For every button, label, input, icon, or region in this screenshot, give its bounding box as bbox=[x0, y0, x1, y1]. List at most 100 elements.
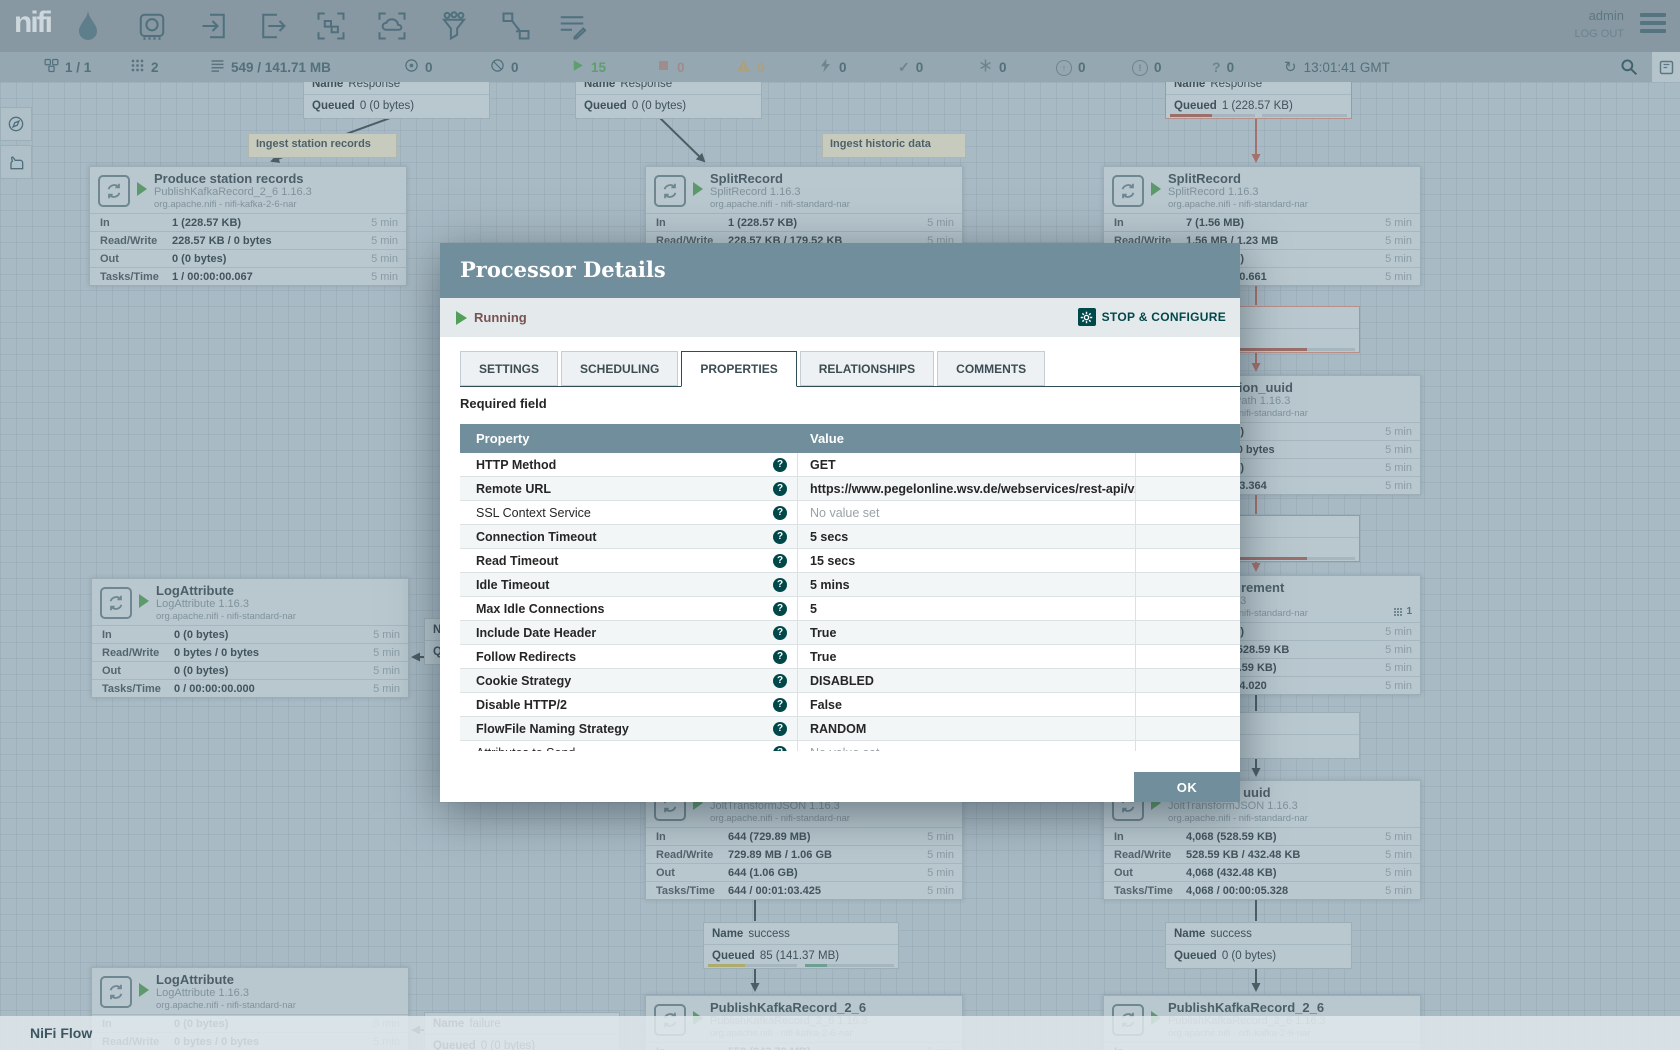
unknown-icon: ? bbox=[1212, 59, 1221, 75]
queue-track bbox=[708, 964, 797, 967]
help-icon[interactable]: ? bbox=[773, 506, 787, 520]
connection-queued-row: Queued85 (141.37 MB) bbox=[704, 944, 898, 966]
tab-settings[interactable]: SETTINGS bbox=[460, 351, 558, 386]
stat-window: 5 min bbox=[356, 629, 408, 641]
stat-value: 4,068 / 00:00:05.328 bbox=[1186, 885, 1368, 897]
help-icon[interactable]: ? bbox=[773, 626, 787, 640]
cluster-badge-count: 1 bbox=[1406, 606, 1412, 617]
dialog-status-bar: Running STOP & CONFIGURE bbox=[440, 298, 1240, 337]
remote-process-group-icon[interactable] bbox=[377, 11, 407, 41]
stat-row-out: Out0 (0 bytes)5 min bbox=[92, 661, 408, 679]
logout-link[interactable]: LOG OUT bbox=[1574, 28, 1624, 40]
processor-details-dialog: Processor Details Running STOP & CONFIGU… bbox=[440, 243, 1240, 802]
help-icon[interactable]: ? bbox=[773, 482, 787, 496]
processor-bundle: org.apache.nifi - nifi-standard-nar bbox=[1168, 199, 1308, 210]
stat-window: 5 min bbox=[1368, 680, 1420, 692]
template-icon[interactable] bbox=[501, 11, 531, 41]
compass-icon[interactable] bbox=[0, 107, 32, 141]
search-button[interactable] bbox=[1620, 52, 1638, 82]
flow-label[interactable]: Ingest historic data bbox=[822, 133, 966, 158]
tab-comments[interactable]: COMMENTS bbox=[937, 351, 1045, 386]
locally-modified-stat: 0 bbox=[978, 52, 1007, 82]
property-row: Read Timeout?15 secs bbox=[460, 549, 1240, 573]
dialog-tabs: SETTINGSSCHEDULINGPROPERTIESRELATIONSHIP… bbox=[460, 351, 1240, 387]
flow-label[interactable]: Ingest station records bbox=[248, 133, 397, 158]
help-icon[interactable]: ? bbox=[773, 746, 787, 752]
help-icon[interactable]: ? bbox=[773, 698, 787, 712]
queue-fill bbox=[1236, 557, 1307, 560]
tab-scheduling[interactable]: SCHEDULING bbox=[561, 351, 678, 386]
property-value-cell: True bbox=[798, 621, 1136, 644]
stop-and-configure-button[interactable]: STOP & CONFIGURE bbox=[1078, 308, 1226, 326]
stale-icon: ↑ bbox=[1056, 59, 1072, 76]
processor-bundle: org.apache.nifi - nifi-standard-nar bbox=[710, 199, 850, 210]
stat-label: Tasks/Time bbox=[90, 271, 172, 283]
stat-value: 1 (228.57 KB) bbox=[172, 217, 354, 229]
property-name: Max Idle Connections bbox=[476, 602, 773, 616]
help-icon[interactable]: ? bbox=[773, 554, 787, 568]
breadcrumb[interactable]: NiFi Flow bbox=[30, 1025, 92, 1041]
process-group-icon[interactable] bbox=[316, 11, 346, 41]
stat-window: 5 min bbox=[354, 235, 406, 247]
queue-indicator-bars bbox=[708, 964, 894, 967]
help-icon[interactable]: ? bbox=[773, 602, 787, 616]
stat-label: In bbox=[92, 629, 174, 641]
stat-value: 644 (1.06 GB) bbox=[728, 867, 910, 879]
queued-value: 85 (141.37 MB) bbox=[760, 950, 839, 962]
last-refresh-time[interactable]: ↻ 13:01:41 GMT bbox=[1284, 52, 1390, 82]
processor-logattribute[interactable]: LogAttributeLogAttribute 1.16.3org.apach… bbox=[91, 578, 409, 698]
help-icon[interactable]: ? bbox=[773, 674, 787, 688]
tab-properties[interactable]: PROPERTIES bbox=[681, 351, 796, 387]
property-value-cell: GET bbox=[798, 453, 1136, 476]
refresh-icon[interactable]: ↻ bbox=[1284, 58, 1297, 76]
stat-value: 0 (0 bytes) bbox=[174, 665, 356, 677]
help-icon[interactable]: ? bbox=[773, 722, 787, 736]
help-icon[interactable]: ? bbox=[773, 650, 787, 664]
global-menu-icon[interactable] bbox=[1640, 13, 1666, 37]
stat-value: 1 / 00:00:00.067 bbox=[172, 271, 354, 283]
property-name: Include Date Header bbox=[476, 626, 773, 640]
processor-icon[interactable] bbox=[137, 11, 167, 41]
processor-produce-station-records[interactable]: Produce station recordsPublishKafkaRecor… bbox=[89, 166, 407, 286]
help-icon[interactable]: ? bbox=[773, 458, 787, 472]
processor-header: Produce station recordsPublishKafkaRecor… bbox=[90, 167, 406, 213]
ok-button[interactable]: OK bbox=[1134, 772, 1240, 802]
stat-window: 5 min bbox=[354, 253, 406, 265]
hand-icon[interactable] bbox=[0, 145, 32, 179]
stat-value: 0 / 00:00:00.000 bbox=[174, 683, 356, 695]
connection-label[interactable]: NamesuccessQueued85 (141.37 MB) bbox=[703, 922, 899, 969]
queued-value: 1 (228.57 KB) bbox=[1222, 100, 1293, 112]
funnel-icon[interactable] bbox=[439, 11, 469, 41]
stat-window: 5 min bbox=[1368, 831, 1420, 843]
queue-fill bbox=[1170, 114, 1212, 117]
gear-icon bbox=[1078, 308, 1096, 326]
property-row: SSL Context Service?No value set bbox=[460, 501, 1240, 525]
label-icon[interactable] bbox=[557, 11, 587, 41]
property-extra-cell bbox=[1136, 717, 1240, 740]
property-row: Connection Timeout?5 secs bbox=[460, 525, 1240, 549]
queue-fill bbox=[1236, 348, 1307, 351]
property-extra-cell bbox=[1136, 549, 1240, 572]
processor-header: SplitRecordSplitRecord 1.16.3org.apache.… bbox=[646, 167, 962, 213]
queue-track bbox=[1262, 114, 1347, 117]
stat-value: 0 bbox=[425, 60, 433, 75]
queued-value: 0 (0 bytes) bbox=[360, 100, 414, 112]
property-extra-cell bbox=[1136, 621, 1240, 644]
queue-stat: 549 / 141.71 MB bbox=[210, 52, 331, 82]
queue-track bbox=[805, 964, 894, 967]
stat-value: 4,068 (432.48 KB) bbox=[1186, 867, 1368, 879]
stat-label: Out bbox=[646, 867, 728, 879]
current-user: admin bbox=[1589, 8, 1624, 23]
help-icon[interactable]: ? bbox=[773, 530, 787, 544]
input-port-icon[interactable] bbox=[200, 11, 230, 41]
output-port-icon[interactable] bbox=[257, 11, 287, 41]
settings-tile-icon[interactable] bbox=[1652, 52, 1680, 82]
processor-title: PublishKafkaRecord_2_6 bbox=[710, 1000, 866, 1015]
help-icon[interactable]: ? bbox=[773, 578, 787, 592]
stat-value: 2 bbox=[151, 60, 159, 75]
connection-label[interactable]: NamesuccessQueued0 (0 bytes) bbox=[1165, 922, 1352, 969]
tab-relationships[interactable]: RELATIONSHIPS bbox=[800, 351, 934, 386]
stat-window: 5 min bbox=[1368, 662, 1420, 674]
connection-queued-row: Queued0 (0 bytes) bbox=[1166, 944, 1351, 966]
stat-window: 5 min bbox=[1368, 217, 1420, 229]
